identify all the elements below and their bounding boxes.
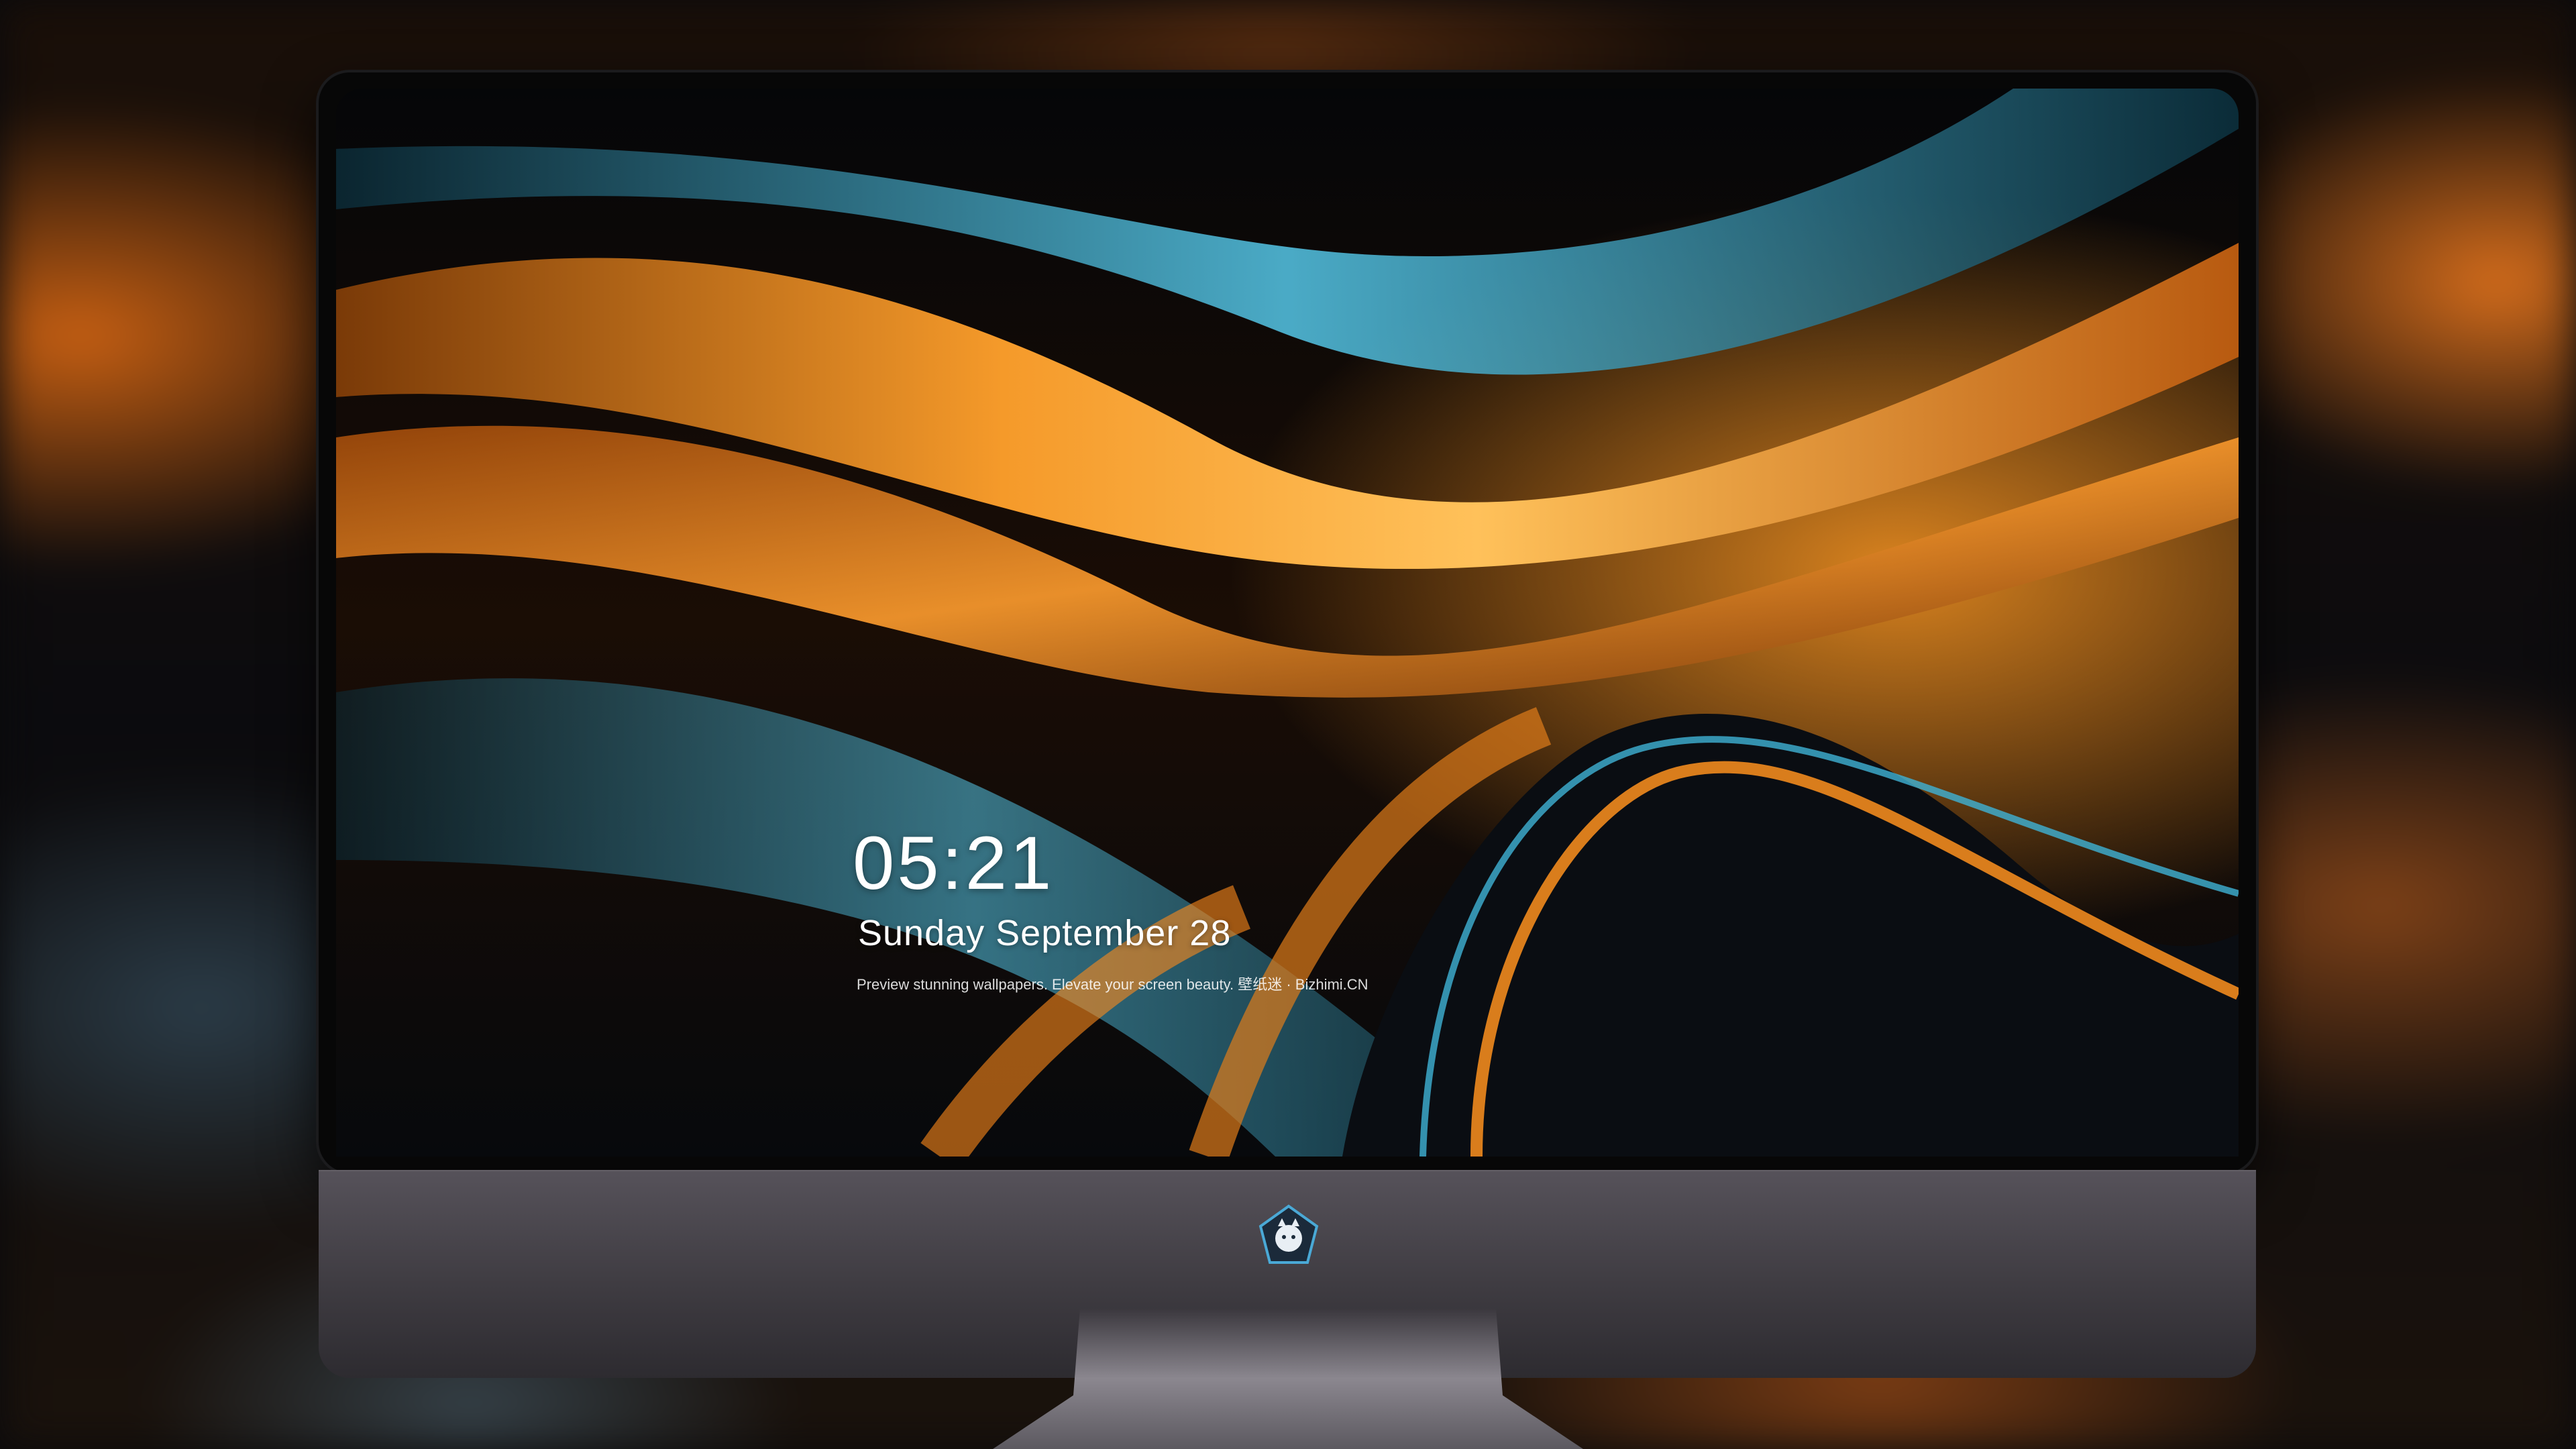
monitor-bezel: 05:21 Sunday September 28 Preview stunni… — [319, 72, 2256, 1173]
lock-screen-time: 05:21 — [853, 821, 1055, 905]
monitor-stand — [993, 1308, 1583, 1449]
lock-screen-tagline: Preview stunning wallpapers. Elevate you… — [857, 976, 1368, 993]
wallpaper-image — [336, 89, 2239, 1157]
mascot-logo-icon — [1258, 1204, 1319, 1264]
lock-screen-date: Sunday September 28 — [858, 913, 1232, 953]
desktop-screen: 05:21 Sunday September 28 Preview stunni… — [336, 89, 2239, 1157]
imac-monitor: 05:21 Sunday September 28 Preview stunni… — [319, 72, 2256, 1378]
